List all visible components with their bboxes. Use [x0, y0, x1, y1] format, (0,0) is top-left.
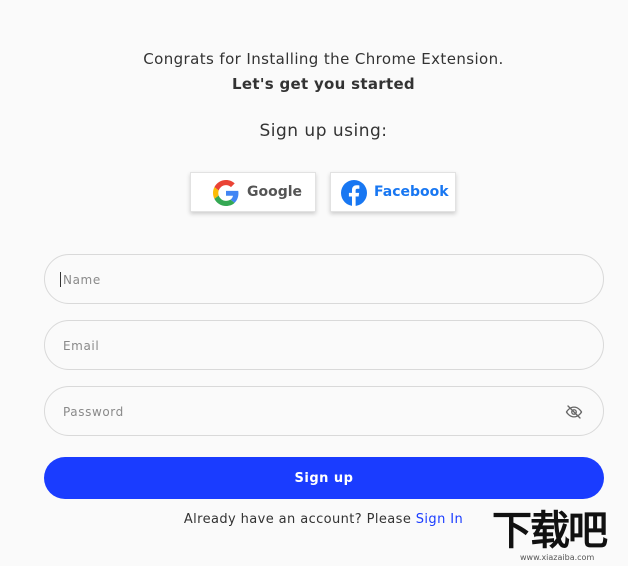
google-button-label: Google — [247, 184, 303, 200]
email-input[interactable] — [61, 335, 535, 357]
password-field-container — [44, 386, 604, 436]
name-field-container — [44, 254, 604, 304]
google-signup-button[interactable]: Google — [190, 172, 316, 212]
name-input[interactable] — [61, 269, 535, 291]
password-input[interactable] — [61, 401, 535, 423]
google-icon — [213, 180, 239, 206]
eye-slash-icon[interactable] — [565, 403, 583, 421]
welcome-subtitle: Let's get you started — [232, 75, 415, 93]
signup-using-label: Sign up using: — [259, 121, 388, 141]
watermark-text: 下载吧 — [492, 508, 608, 554]
email-field-container — [44, 320, 604, 370]
signin-prompt-text: Already have an account? Please — [183, 512, 416, 527]
watermark-url: www.xiazaiba.com — [520, 553, 595, 562]
signin-link[interactable]: Sign In — [416, 512, 463, 527]
facebook-button-label: Facebook — [374, 184, 449, 200]
welcome-message: Congrats for Installing the Chrome Exten… — [143, 50, 504, 68]
signup-button[interactable]: Sign up — [44, 457, 604, 499]
facebook-signup-button[interactable]: Facebook — [330, 172, 456, 212]
watermark-logo: 下载吧 www.xiazaiba.com — [492, 509, 628, 566]
facebook-icon — [341, 180, 367, 206]
